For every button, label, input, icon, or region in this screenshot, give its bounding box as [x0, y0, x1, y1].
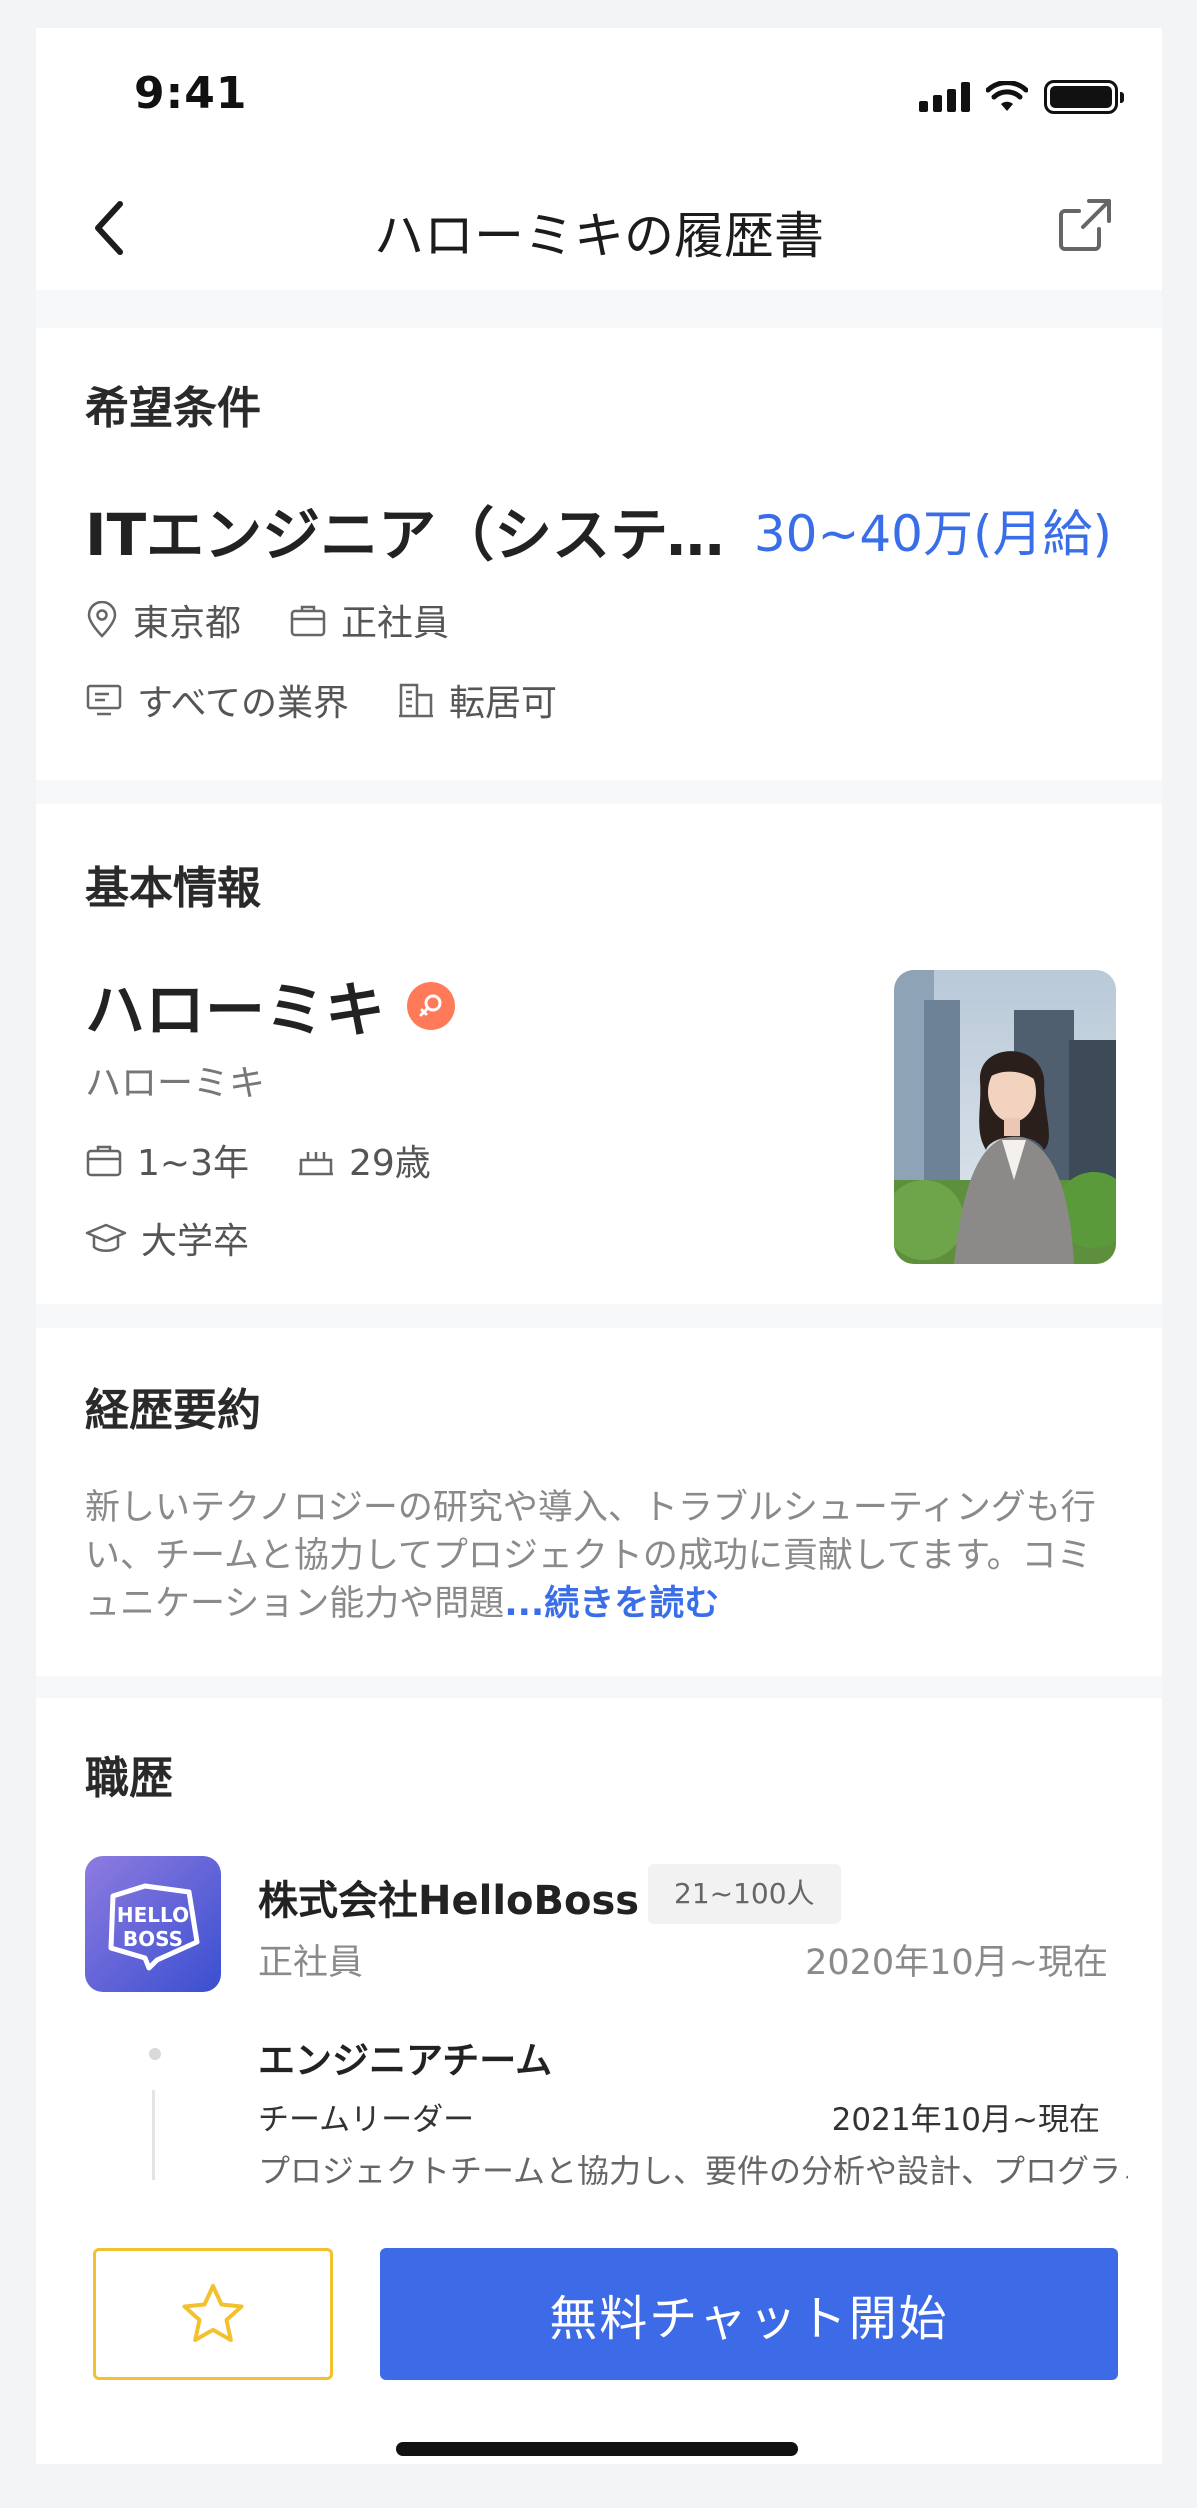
company-size-badge: 21~100人 [648, 1864, 841, 1924]
battery-icon [1044, 80, 1124, 114]
person-name: ハローミキ [85, 962, 455, 1049]
industry-item: すべての業界 [85, 674, 349, 726]
industry-row: すべての業界 転居可 [85, 674, 605, 726]
location-item: 東京都 [85, 594, 241, 646]
section-title-basic: 基本情報 [85, 863, 261, 914]
home-indicator [396, 2442, 798, 2456]
profile-photo [894, 970, 1116, 1264]
page-title: ハローミキの履歴書 [374, 207, 824, 265]
experience-text: 1~3年 [137, 1143, 249, 1184]
status-time: 9:41 [134, 68, 248, 119]
status-icons [919, 80, 1124, 114]
experience-item: 1~3年 [85, 1134, 249, 1186]
monitor-icon [86, 684, 122, 716]
bottom-action-bar: 無料チャット開始 [36, 2200, 1162, 2464]
cellular-signal-icon [919, 82, 970, 112]
summary-text: 新しいテクノロジーの研究や導入、トラブルシューティングも行い、チームと協力してプ… [85, 1484, 1125, 1628]
share-button[interactable] [1052, 192, 1118, 258]
start-chat-button[interactable]: 無料チャット開始 [380, 2248, 1118, 2380]
female-icon [407, 981, 455, 1030]
employment-type-text: 正社員 [341, 603, 450, 644]
timeline-line [152, 2090, 155, 2180]
timeline-dot [149, 2048, 161, 2060]
team-role: チームリーダー [258, 2102, 475, 2138]
location-row: 東京都 正社員 [85, 594, 497, 646]
briefcase-icon [86, 1145, 122, 1177]
favorite-button[interactable] [93, 2248, 333, 2380]
building-icon [399, 683, 434, 718]
cake-icon [298, 1152, 333, 1176]
job-title: ITエンジニア（システムエンジニア） [85, 501, 745, 569]
age-item: 29歳 [297, 1134, 431, 1186]
company-logo: HELLO BOSS [85, 1856, 221, 1992]
read-more-link[interactable]: ...続きを読む [504, 1584, 719, 1624]
team-name: エンジニアチーム [258, 2039, 553, 2082]
name-reading: ハローミキ [85, 1063, 266, 1104]
company-period: 2020年10月~現在 [805, 1943, 1108, 1983]
career-summary-card: 経歴要約 新しいテクノロジーの研究や導入、トラブルシューティングも行い、チームと… [36, 1328, 1162, 1676]
location-pin-icon [87, 601, 117, 638]
team-period: 2021年10月~現在 [831, 2102, 1100, 2138]
desired-conditions-card: 希望条件 ITエンジニア（システムエンジニア） 30~40万(月給) 東京都 正… [36, 328, 1162, 780]
basic-info-card: 基本情報 ハローミキ ハローミキ 1~3年 29歳 大学卒 [36, 804, 1162, 1304]
salary: 30~40万(月給) [753, 505, 1112, 563]
star-icon [182, 2284, 244, 2342]
person-name-text: ハローミキ [85, 976, 385, 1046]
section-title-desired: 希望条件 [85, 383, 261, 434]
relocation-item: 転居可 [397, 674, 557, 726]
company-employment-type: 正社員 [258, 1943, 364, 1983]
section-title-career: 職歴 [85, 1753, 173, 1804]
share-icon [1059, 199, 1111, 251]
company-name[interactable]: 株式会社HelloBoss [258, 1868, 639, 1926]
career-history-card: 職歴 HELLO BOSS 株式会社HelloBoss 21~100人 正社員 … [36, 1698, 1162, 2218]
experience-row: 1~3年 29歳 [85, 1134, 479, 1186]
industry-text: すべての業界 [137, 683, 350, 724]
team-description: プロジェクトチームと協力し、要件の分析や設計、プログラミ [258, 2152, 1128, 2190]
education-text: 大学卒 [141, 1221, 250, 1262]
employment-type-item: 正社員 [289, 594, 449, 646]
phone-screen: 9:41 ハローミキの履歴書 希望条件 ITエンジニア（システム 30~40万(… [36, 28, 1162, 2464]
section-title-summary: 経歴要約 [85, 1385, 261, 1436]
briefcase-icon [290, 605, 326, 637]
svg-text:HELLO: HELLO [117, 1903, 189, 1927]
location-text: 東京都 [133, 603, 242, 644]
age-text: 29歳 [348, 1143, 431, 1184]
relocation-text: 転居可 [449, 683, 558, 724]
nav-bar: ハローミキの履歴書 [36, 168, 1162, 290]
graduation-cap-icon [85, 1223, 127, 1252]
education-item: 大学卒 [85, 1212, 249, 1264]
svg-text:BOSS: BOSS [123, 1927, 183, 1951]
wifi-icon [986, 81, 1028, 111]
education-row: 大学卒 [85, 1212, 297, 1264]
status-bar: 9:41 [36, 28, 1162, 168]
